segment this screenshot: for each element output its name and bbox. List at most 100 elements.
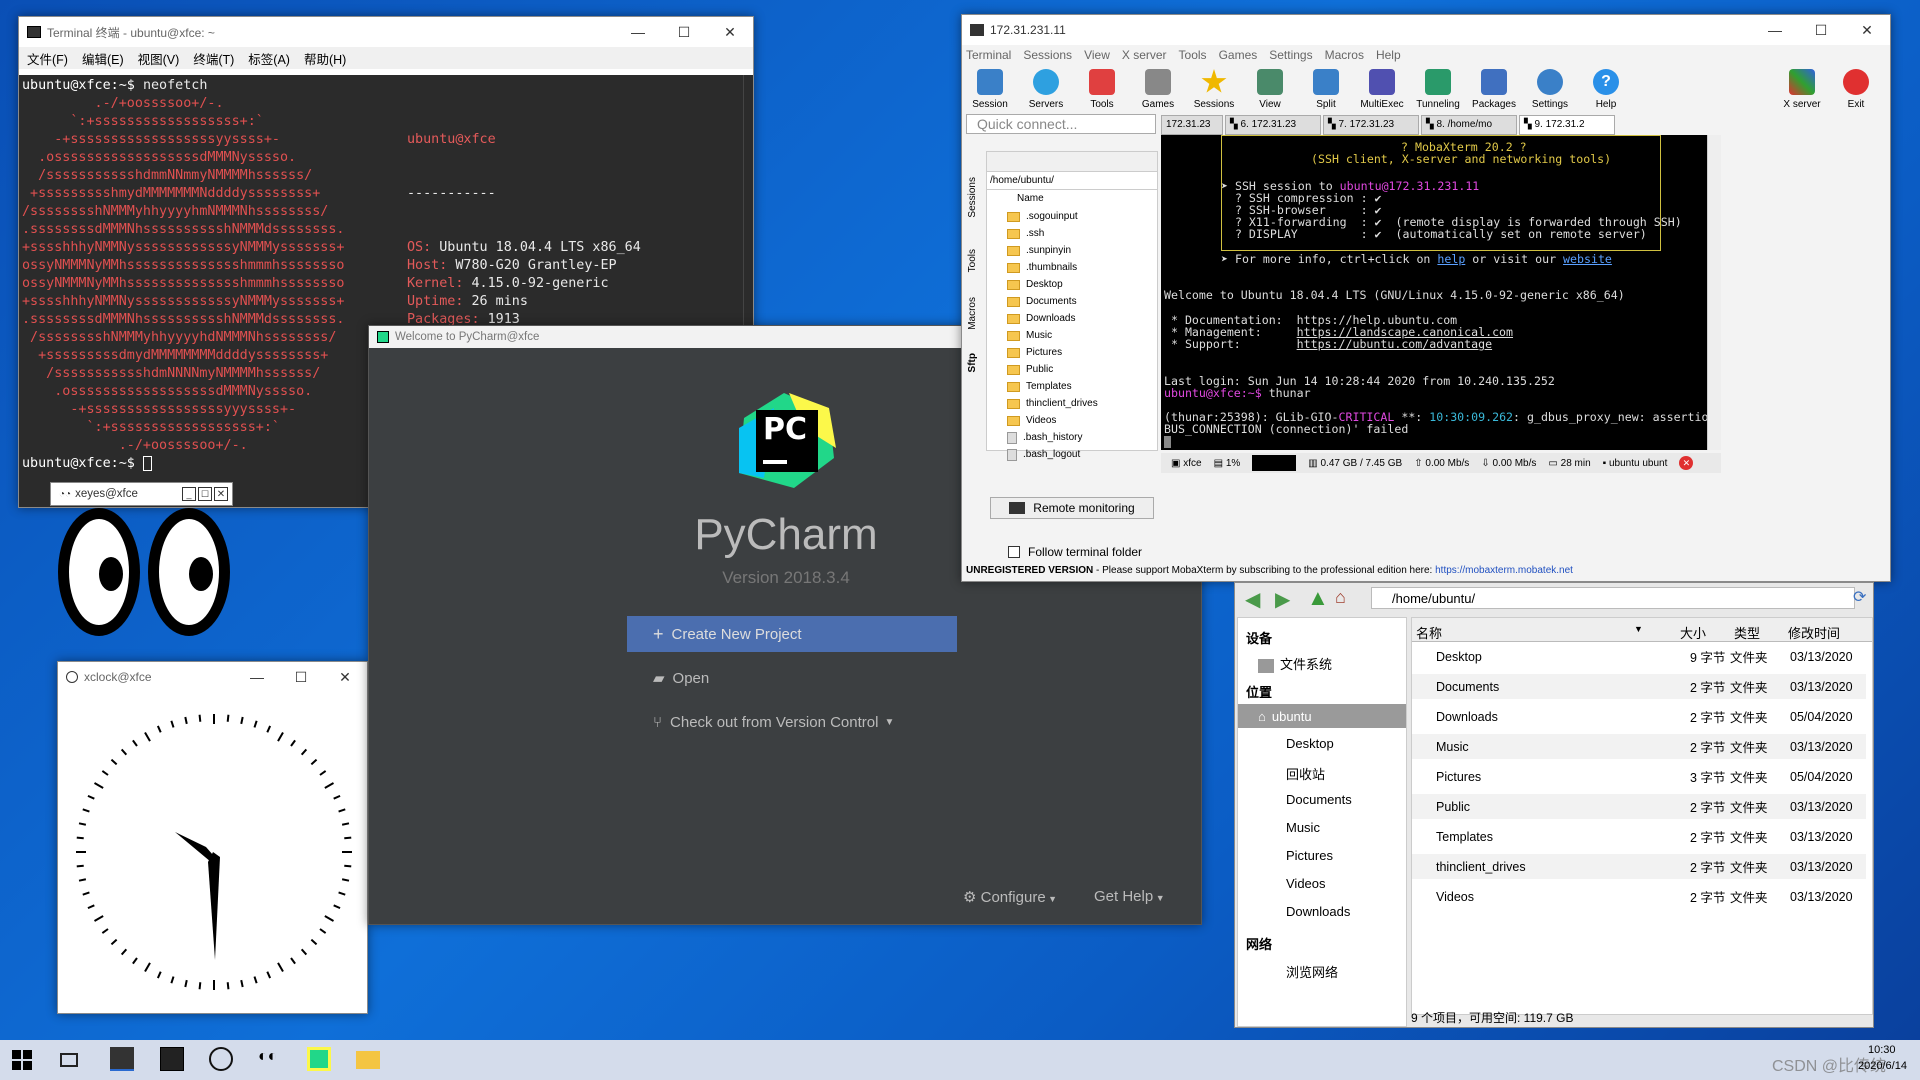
- sftp-path-input[interactable]: /home/ubuntu/: [987, 172, 1157, 190]
- sftp-file-item[interactable]: Documents: [987, 293, 1157, 310]
- col-modified[interactable]: 修改时间: [1788, 623, 1840, 642]
- close-icon[interactable]: ✕: [323, 662, 367, 692]
- toolbar-multiexec-button[interactable]: MultiExec: [1354, 67, 1410, 110]
- close-icon[interactable]: ✕: [1844, 15, 1890, 45]
- sftp-file-list[interactable]: .sogouinput .ssh .sunpinyin .thumbnails Desk…: [987, 208, 1157, 463]
- minimize-icon[interactable]: —: [235, 662, 279, 692]
- menu-help[interactable]: 帮助(H): [304, 49, 346, 68]
- toolbar-tunneling-button[interactable]: Tunneling: [1410, 67, 1466, 110]
- minimize-icon[interactable]: _: [182, 487, 196, 501]
- sidebar-item-music[interactable]: Music: [1286, 820, 1320, 835]
- col-size[interactable]: 大小: [1680, 623, 1706, 642]
- maximize-icon[interactable]: ☐: [1798, 15, 1844, 45]
- follow-terminal-checkbox[interactable]: Follow terminal folder: [1008, 545, 1142, 559]
- configure-button[interactable]: ⚙ Configure ▼: [963, 888, 1057, 906]
- moba-titlebar[interactable]: 172.31.231.11 — ☐ ✕: [962, 15, 1890, 45]
- sftp-file-item[interactable]: Public: [987, 361, 1157, 378]
- session-tab-5[interactable]: 172.31.23: [1161, 115, 1223, 135]
- open-button[interactable]: ▰ Open: [627, 660, 897, 696]
- checkout-vcs-button[interactable]: ⑂ Check out from Version Control ▼: [627, 704, 967, 740]
- side-tab-sftp[interactable]: Sftp: [967, 353, 978, 372]
- toolbar-help-button[interactable]: ? Help: [1578, 67, 1634, 110]
- sftp-file-item[interactable]: Music: [987, 327, 1157, 344]
- toolbar-view-button[interactable]: View: [1242, 67, 1298, 110]
- taskbar-folder-icon[interactable]: [356, 1051, 380, 1069]
- forward-icon[interactable]: ▶: [1275, 587, 1290, 612]
- side-tab-sessions[interactable]: Sessions: [967, 177, 978, 218]
- moba-menu-view[interactable]: View: [1084, 48, 1110, 62]
- refresh-icon[interactable]: ⟳: [1853, 587, 1866, 607]
- back-icon[interactable]: ◀: [1245, 587, 1260, 612]
- sftp-file-item[interactable]: .bash_history: [987, 429, 1157, 446]
- sftp-file-item[interactable]: .ssh: [987, 225, 1157, 242]
- thunar-path-input[interactable]: /home/ubuntu/: [1371, 587, 1855, 609]
- taskbar-date[interactable]: 2020/6/14: [1858, 1060, 1907, 1072]
- sftp-file-item[interactable]: Pictures: [987, 344, 1157, 361]
- close-session-icon[interactable]: ✕: [1679, 456, 1694, 470]
- quick-connect-input[interactable]: Quick connect...: [966, 114, 1156, 134]
- term-link[interactable]: https://ubuntu.com/advantage: [1297, 337, 1492, 351]
- toolbar-session-button[interactable]: Session: [962, 67, 1018, 110]
- toolbar-split-button[interactable]: Split: [1298, 67, 1354, 110]
- table-row[interactable]: Videos 2 字节 文件夹 03/13/2020: [1412, 884, 1866, 909]
- session-tab-8[interactable]: ▚ 8. /home/mo: [1421, 115, 1517, 135]
- sftp-file-item[interactable]: .bash_logout: [987, 446, 1157, 463]
- xeyes-titlebar[interactable]: ◔◔ xeyes@xfce _ ☐ ✕: [50, 482, 233, 506]
- taskbar-time[interactable]: 10:30: [1868, 1044, 1896, 1056]
- menu-view[interactable]: 视图(V): [138, 49, 180, 68]
- moba-term-scrollbar[interactable]: [1707, 135, 1721, 450]
- remote-monitoring-button[interactable]: Remote monitoring: [990, 497, 1154, 519]
- windows-start-icon[interactable]: [12, 1050, 32, 1070]
- sftp-file-item[interactable]: Videos: [987, 412, 1157, 429]
- sftp-file-item[interactable]: thinclient_drives: [987, 395, 1157, 412]
- menu-terminal[interactable]: 终端(T): [193, 49, 234, 68]
- table-row[interactable]: thinclient_drives 2 字节 文件夹 03/13/2020: [1412, 854, 1866, 879]
- side-tab-tools[interactable]: Tools: [967, 249, 978, 272]
- moba-menu-settings[interactable]: Settings: [1269, 48, 1312, 62]
- sidebar-item-desktop[interactable]: Desktop: [1286, 736, 1334, 751]
- taskbar-pycharm-icon[interactable]: [307, 1047, 331, 1071]
- table-row[interactable]: Desktop 9 字节 文件夹 03/13/2020: [1412, 644, 1866, 669]
- sftp-file-item[interactable]: .sogouinput: [987, 208, 1157, 225]
- xeyes-window[interactable]: ◔◔ xeyes@xfce _ ☐ ✕: [50, 482, 233, 507]
- table-row[interactable]: Documents 2 字节 文件夹 03/13/2020: [1412, 674, 1866, 699]
- toolbar-packages-button[interactable]: Packages: [1466, 67, 1522, 110]
- side-tab-macros[interactable]: Macros: [967, 297, 978, 330]
- xclock-window[interactable]: xclock@xfce — ☐ ✕: [57, 661, 368, 1014]
- toolbar-sessions-button[interactable]: Sessions: [1186, 67, 1242, 110]
- menu-edit[interactable]: 编辑(E): [82, 49, 124, 68]
- sftp-file-item[interactable]: Downloads: [987, 310, 1157, 327]
- table-row[interactable]: Pictures 3 字节 文件夹 05/04/2020: [1412, 764, 1866, 789]
- taskbar-clock-icon[interactable]: [209, 1047, 233, 1071]
- sftp-file-item[interactable]: .sunpinyin: [987, 242, 1157, 259]
- sidebar-item-ubuntu[interactable]: ⌂ ubuntu: [1238, 704, 1406, 728]
- toolbar-servers-button[interactable]: Servers: [1018, 67, 1074, 110]
- taskbar-mobaxterm-icon[interactable]: [110, 1047, 134, 1071]
- taskbar-xeyes-icon[interactable]: ◐◐: [258, 1048, 282, 1072]
- get-help-button[interactable]: Get Help ▼: [1094, 888, 1165, 905]
- sidebar-filesystem[interactable]: 文件系统: [1258, 654, 1332, 673]
- thunar-file-manager[interactable]: ◀ ▶ ▲ ⌂ /home/ubuntu/ ⟳ 设备 文件系统 位置 ⌂ ubun…: [1234, 582, 1874, 1028]
- maximize-icon[interactable]: ☐: [661, 17, 707, 47]
- task-view-icon[interactable]: [60, 1053, 78, 1067]
- moba-terminal[interactable]: ? MobaXterm 20.2 ? (SSH client, X-server …: [1161, 135, 1707, 450]
- col-type[interactable]: 类型: [1734, 623, 1760, 642]
- moba-menu-tools[interactable]: Tools: [1179, 48, 1207, 62]
- minimize-icon[interactable]: —: [1752, 15, 1798, 45]
- table-row[interactable]: Public 2 字节 文件夹 03/13/2020: [1412, 794, 1866, 819]
- xclock-titlebar[interactable]: xclock@xfce — ☐ ✕: [58, 662, 367, 692]
- maximize-icon[interactable]: ☐: [279, 662, 323, 692]
- moba-menu-sessions[interactable]: Sessions: [1023, 48, 1072, 62]
- col-name[interactable]: 名称: [1416, 623, 1442, 642]
- sftp-col-name[interactable]: Name: [987, 190, 1157, 208]
- help-link[interactable]: help: [1437, 252, 1465, 266]
- moba-menu-terminal[interactable]: Terminal: [966, 48, 1011, 62]
- minimize-icon[interactable]: —: [615, 17, 661, 47]
- close-icon[interactable]: ✕: [214, 487, 228, 501]
- website-link[interactable]: website: [1563, 252, 1612, 266]
- menu-file[interactable]: 文件(F): [27, 49, 68, 68]
- sidebar-item-downloads[interactable]: Downloads: [1286, 904, 1350, 919]
- toolbar-tools-button[interactable]: Tools: [1074, 67, 1130, 110]
- toolbar-exit-button[interactable]: Exit: [1828, 67, 1884, 110]
- toolbar-xserver-button[interactable]: X server: [1774, 67, 1830, 110]
